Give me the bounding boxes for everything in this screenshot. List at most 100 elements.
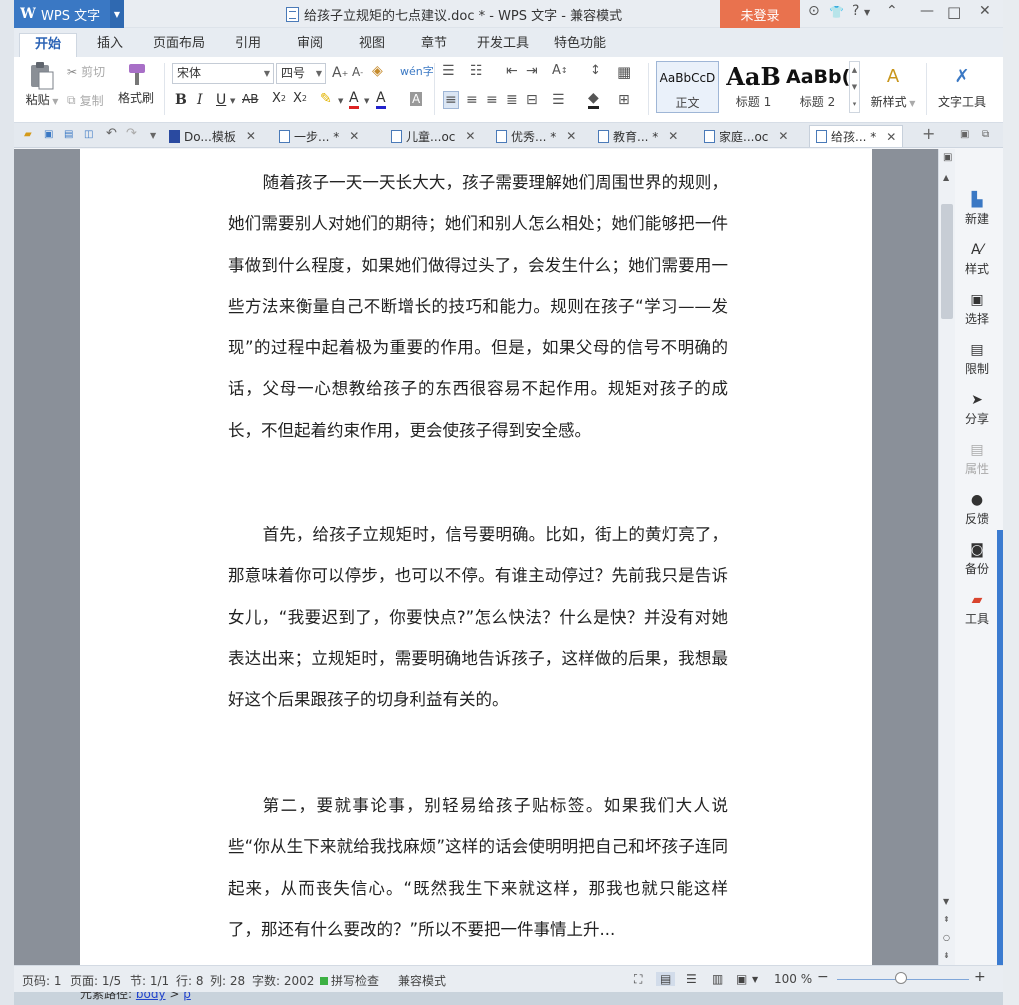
format-painter-button[interactable]: 格式刷 bbox=[116, 61, 156, 106]
zoom-level[interactable]: 100 % bbox=[774, 972, 812, 986]
decrease-indent-icon[interactable]: ⇤ bbox=[506, 63, 518, 79]
bold-button[interactable]: B bbox=[175, 92, 187, 108]
sort-icon[interactable]: ↕ bbox=[590, 63, 601, 78]
zoom-out-button[interactable]: − bbox=[817, 969, 829, 985]
outline-view-icon[interactable]: ☰ bbox=[686, 972, 697, 986]
web-view-icon[interactable]: ▥ bbox=[712, 972, 723, 986]
tab-page-layout[interactable]: 页面布局 bbox=[146, 33, 212, 57]
style-normal[interactable]: AaBbCcD 正文 bbox=[656, 61, 719, 113]
tab-window-icon[interactable]: ⧉ bbox=[982, 129, 994, 141]
line-spacing-icon[interactable]: ☰ bbox=[552, 92, 565, 108]
tab-chapter[interactable]: 章节 bbox=[410, 33, 458, 57]
clear-format-icon[interactable]: ◈ bbox=[372, 63, 383, 79]
shading-icon[interactable]: ◆ bbox=[588, 90, 599, 109]
tab-developer[interactable]: 开发工具 bbox=[470, 33, 536, 57]
shirt-icon[interactable]: 👕 bbox=[829, 5, 844, 27]
tab-insert[interactable]: 插入 bbox=[86, 33, 134, 57]
text-tools-button[interactable]: ✗ 文字工具 bbox=[932, 61, 992, 110]
close-tab-icon[interactable]: ✕ bbox=[668, 129, 678, 143]
customize-toolbar-icon[interactable]: ▼ bbox=[150, 131, 162, 143]
text-case-icon[interactable]: A ↕ bbox=[552, 63, 568, 78]
close-tab-icon[interactable]: ✕ bbox=[349, 129, 359, 143]
paragraph[interactable]: 第二，要就事论事，别轻易给孩子贴标签。如果我们大人说些“你从生下来就给我找麻烦”… bbox=[228, 785, 728, 950]
style-gallery-scroll[interactable]: ▲ ▼ ▾ bbox=[849, 61, 860, 113]
skin-icon[interactable]: ⊙ bbox=[808, 3, 820, 25]
document-page[interactable]: 随着孩子一天一天长大大，孩子需要理解她们周围世界的规则，她们需要别人对她们的期待… bbox=[80, 149, 872, 965]
shrink-font-icon[interactable]: A- bbox=[352, 65, 363, 79]
paragraph[interactable]: 首先，给孩子立规矩时，信号要明确。比如，街上的黄灯亮了，那意味着你可以停步，也可… bbox=[228, 514, 728, 720]
print-preview-icon[interactable]: ◫ bbox=[84, 129, 96, 141]
style-heading-2[interactable]: AaBb( 标题 2 bbox=[786, 61, 849, 113]
highlight-icon[interactable]: ✎ bbox=[320, 91, 332, 107]
bullet-list-icon[interactable]: ☰ bbox=[442, 63, 455, 79]
font-color-icon[interactable]: A bbox=[349, 90, 359, 109]
borders-icon[interactable]: ⊞ bbox=[618, 92, 630, 108]
close-tab-icon[interactable]: ✕ bbox=[566, 129, 576, 143]
strikethrough-button[interactable]: AB bbox=[242, 92, 258, 106]
fullscreen-view-icon[interactable]: ⛶ bbox=[634, 972, 642, 987]
align-left-button[interactable]: ≡ bbox=[443, 91, 459, 109]
tab-special-features[interactable]: 特色功能 bbox=[547, 33, 613, 57]
task-backup-button[interactable]: ◙ 备份 bbox=[955, 539, 999, 583]
highlight-dropdown-icon[interactable]: ▼ bbox=[338, 97, 343, 105]
tab-home[interactable]: 开始 bbox=[19, 33, 77, 57]
numbered-list-icon[interactable]: ☷ bbox=[470, 63, 483, 79]
font-color-dropdown-icon[interactable]: ▼ bbox=[364, 97, 369, 105]
maximize-button[interactable]: □ bbox=[947, 3, 961, 25]
redo-icon[interactable]: ↷ bbox=[126, 126, 138, 141]
help-icon[interactable]: ? bbox=[852, 3, 859, 25]
phonetic-guide-icon[interactable]: wén字 bbox=[400, 63, 434, 79]
next-page-icon[interactable]: ⇟ bbox=[943, 951, 950, 960]
font-size-select[interactable]: 四号 ▼ bbox=[276, 63, 326, 84]
align-center-button[interactable]: ≡ bbox=[466, 92, 478, 108]
open-icon[interactable]: ▰ bbox=[24, 129, 36, 141]
page-view-icon[interactable]: ▤ bbox=[656, 972, 676, 986]
new-tab-icon[interactable]: + bbox=[922, 124, 935, 143]
task-new-button[interactable]: ▙ 新建 bbox=[955, 189, 999, 233]
justify-button[interactable]: ≣ bbox=[506, 92, 518, 108]
task-feedback-button[interactable]: ● 反馈 bbox=[955, 489, 999, 533]
doc-tab[interactable]: Do...模板 ✕ bbox=[169, 125, 256, 147]
view-dropdown-icon[interactable]: ▼ bbox=[752, 975, 758, 984]
underline-button[interactable]: U bbox=[216, 92, 226, 108]
new-style-button[interactable]: A 新样式 ▼ bbox=[866, 61, 920, 110]
task-style-button[interactable]: A⁄ 样式 bbox=[955, 239, 999, 283]
grow-font-icon[interactable]: A + bbox=[332, 65, 348, 81]
close-button[interactable]: ✕ bbox=[979, 3, 991, 25]
subscript-button[interactable]: X2 bbox=[293, 91, 307, 106]
doc-tab[interactable]: 教育... * ✕ bbox=[598, 125, 678, 147]
spellcheck-indicator[interactable]: 拼写检查 bbox=[320, 972, 379, 989]
doc-tab[interactable]: 家庭...oc ✕ bbox=[704, 125, 788, 147]
char-shading-icon[interactable]: A bbox=[410, 92, 423, 106]
paste-button[interactable]: 粘贴 ▼ bbox=[22, 61, 62, 113]
task-share-button[interactable]: ➤ 分享 bbox=[955, 389, 999, 433]
tab-review[interactable]: 审阅 bbox=[286, 33, 334, 57]
close-tab-icon[interactable]: ✕ bbox=[778, 129, 788, 143]
zoom-in-button[interactable]: + bbox=[974, 969, 986, 985]
close-tab-icon[interactable]: ✕ bbox=[246, 129, 256, 143]
table-icon[interactable]: ▦ bbox=[617, 63, 631, 81]
print-icon[interactable]: ▤ bbox=[64, 129, 76, 141]
copy-button[interactable]: ⧉ 复制 bbox=[67, 92, 104, 109]
chevron-down-icon[interactable]: ▼ bbox=[110, 0, 124, 28]
tab-view[interactable]: 视图 bbox=[348, 33, 396, 57]
scroll-thumb[interactable] bbox=[941, 204, 953, 319]
zoom-slider-handle[interactable] bbox=[895, 972, 907, 984]
login-button[interactable]: 未登录 bbox=[720, 0, 800, 28]
task-restrict-button[interactable]: ▤ 限制 bbox=[955, 339, 999, 383]
doc-tab[interactable]: 儿童...oc ✕ bbox=[391, 125, 475, 147]
align-right-button[interactable]: ≡ bbox=[486, 92, 498, 108]
reading-view-icon[interactable]: ▣ bbox=[736, 972, 747, 986]
close-tab-icon[interactable]: ✕ bbox=[465, 129, 475, 143]
doc-tab-active[interactable]: 给孩... * ✕ bbox=[809, 125, 904, 147]
doc-tab[interactable]: 优秀... * ✕ bbox=[496, 125, 576, 147]
style-heading-1[interactable]: AaB 标题 1 bbox=[722, 61, 785, 113]
task-select-button[interactable]: ▣ 选择 bbox=[955, 289, 999, 333]
collapse-ribbon-icon[interactable]: ⌃ bbox=[886, 3, 898, 25]
cut-button[interactable]: ✂ 剪切 bbox=[67, 63, 105, 80]
minimize-button[interactable]: — bbox=[920, 3, 934, 25]
close-tab-icon[interactable]: ✕ bbox=[886, 130, 896, 144]
tab-references[interactable]: 引用 bbox=[224, 33, 272, 57]
tab-list-icon[interactable]: ▣ bbox=[960, 129, 972, 141]
scroll-up-arrow[interactable]: ▲ bbox=[943, 173, 949, 182]
